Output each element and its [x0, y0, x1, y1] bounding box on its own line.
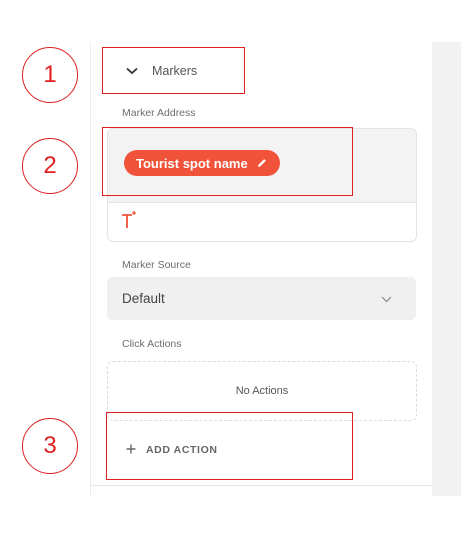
panel-scroll-strip — [432, 42, 461, 496]
chevron-down-icon — [381, 291, 392, 306]
panel-divider — [90, 485, 432, 486]
no-actions-text: No Actions — [235, 385, 289, 397]
annotation-callout-3: 3 — [22, 418, 78, 474]
marker-source-select[interactable]: Default — [107, 277, 416, 320]
marker-source-label: Marker Source — [122, 259, 191, 271]
marker-source-value: Default — [122, 291, 165, 306]
text-insert-icon[interactable] — [120, 210, 142, 232]
annotation-box-1 — [102, 47, 245, 94]
annotation-callout-2: 2 — [22, 138, 78, 194]
annotation-box-2 — [102, 127, 353, 196]
annotation-box-3 — [106, 412, 353, 480]
marker-address-label: Marker Address — [122, 107, 196, 119]
click-actions-label: Click Actions — [122, 338, 182, 350]
annotation-callout-1: 1 — [22, 47, 78, 103]
